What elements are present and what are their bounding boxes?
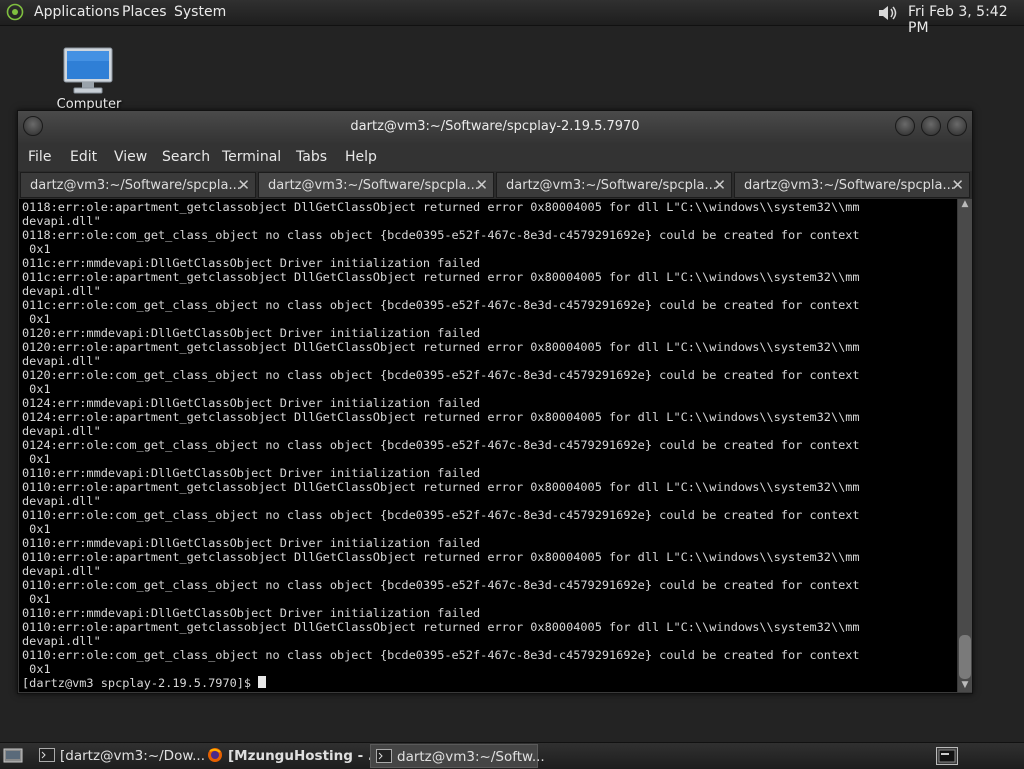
close-tab-icon[interactable]: ✕ xyxy=(951,176,964,194)
terminal-log: 0118:err:ole:apartment_getclassobject Dl… xyxy=(22,200,860,676)
close-tab-icon[interactable]: ✕ xyxy=(475,176,488,194)
tab-label: dartz@vm3:~/Software/spcpla... xyxy=(268,178,479,193)
firefox-icon xyxy=(208,748,222,762)
terminal-output[interactable]: 0118:err:ole:apartment_getclassobject Dl… xyxy=(19,199,957,692)
terminal-icon xyxy=(376,749,392,763)
scrollbar-thumb[interactable] xyxy=(959,635,971,679)
scroll-up-arrow-icon[interactable]: ▲ xyxy=(958,199,972,211)
show-desktop-icon[interactable] xyxy=(3,747,23,764)
menu-tabs[interactable]: Tabs xyxy=(296,149,327,165)
tab-label: dartz@vm3:~/Software/spcpla... xyxy=(506,178,717,193)
menu-system[interactable]: System xyxy=(174,4,226,20)
text-cursor xyxy=(258,676,267,688)
bottom-panel: [dartz@vm3:~/Dow... [MzunguHosting - ...… xyxy=(0,742,1024,769)
close-tab-icon[interactable]: ✕ xyxy=(713,176,726,194)
menu-search[interactable]: Search xyxy=(162,149,210,165)
distro-logo-icon[interactable] xyxy=(6,3,24,21)
taskbar-item-software-terminal[interactable]: dartz@vm3:~/Softw... xyxy=(370,744,545,768)
workspace-switcher-icon[interactable] xyxy=(936,747,958,765)
menu-help[interactable]: Help xyxy=(345,149,377,165)
terminal-window: dartz@vm3:~/Software/spcplay-2.19.5.7970… xyxy=(17,110,973,694)
tab-label: dartz@vm3:~/Software/spcpla... xyxy=(744,178,955,193)
close-tab-icon[interactable]: ✕ xyxy=(237,176,250,194)
menu-applications[interactable]: Applications xyxy=(34,4,120,20)
menu-edit[interactable]: Edit xyxy=(70,149,97,165)
menu-terminal[interactable]: Terminal xyxy=(222,149,281,165)
minimize-button[interactable] xyxy=(895,116,915,136)
taskbar-item-firefox[interactable]: [MzunguHosting - ... xyxy=(202,744,383,768)
taskbar-item-label: [MzunguHosting - ... xyxy=(228,748,384,764)
maximize-button[interactable] xyxy=(921,116,941,136)
terminal-tab[interactable]: dartz@vm3:~/Software/spcpla... ✕ xyxy=(20,172,256,198)
menu-file[interactable]: File xyxy=(28,149,51,165)
tab-bar: dartz@vm3:~/Software/spcpla... ✕ dartz@v… xyxy=(18,171,972,199)
tab-label: dartz@vm3:~/Software/spcpla... xyxy=(30,178,241,193)
menubar: File Edit View Search Terminal Tabs Help xyxy=(18,143,972,171)
menu-places[interactable]: Places xyxy=(122,4,167,20)
terminal-tab-active[interactable]: dartz@vm3:~/Software/spcpla... ✕ xyxy=(258,172,494,198)
scroll-down-arrow-icon[interactable]: ▼ xyxy=(958,680,972,692)
menu-view[interactable]: View xyxy=(114,149,147,165)
terminal-tab[interactable]: dartz@vm3:~/Software/spcpla... ✕ xyxy=(496,172,732,198)
close-button[interactable] xyxy=(947,116,967,136)
taskbar-item-downloads-terminal[interactable]: [dartz@vm3:~/Dow... xyxy=(34,744,206,768)
window-title: dartz@vm3:~/Software/spcplay-2.19.5.7970 xyxy=(350,119,640,134)
taskbar-item-label: [dartz@vm3:~/Dow... xyxy=(60,748,206,764)
volume-icon[interactable] xyxy=(877,3,899,23)
taskbar-item-label: dartz@vm3:~/Softw... xyxy=(397,749,545,765)
window-titlebar[interactable]: dartz@vm3:~/Software/spcplay-2.19.5.7970 xyxy=(18,111,972,143)
shell-prompt: [dartz@vm3 spcplay-2.19.5.7970]$ xyxy=(22,676,259,690)
vertical-scrollbar[interactable]: ▲ ▼ xyxy=(958,199,972,692)
terminal-tab[interactable]: dartz@vm3:~/Software/spcpla... ✕ xyxy=(734,172,970,198)
computer-icon[interactable] xyxy=(62,46,114,96)
clock[interactable]: Fri Feb 3, 5:42 PM xyxy=(908,4,1024,36)
top-panel: Applications Places System Fri Feb 3, 5:… xyxy=(0,0,1024,36)
terminal-icon xyxy=(39,748,55,762)
